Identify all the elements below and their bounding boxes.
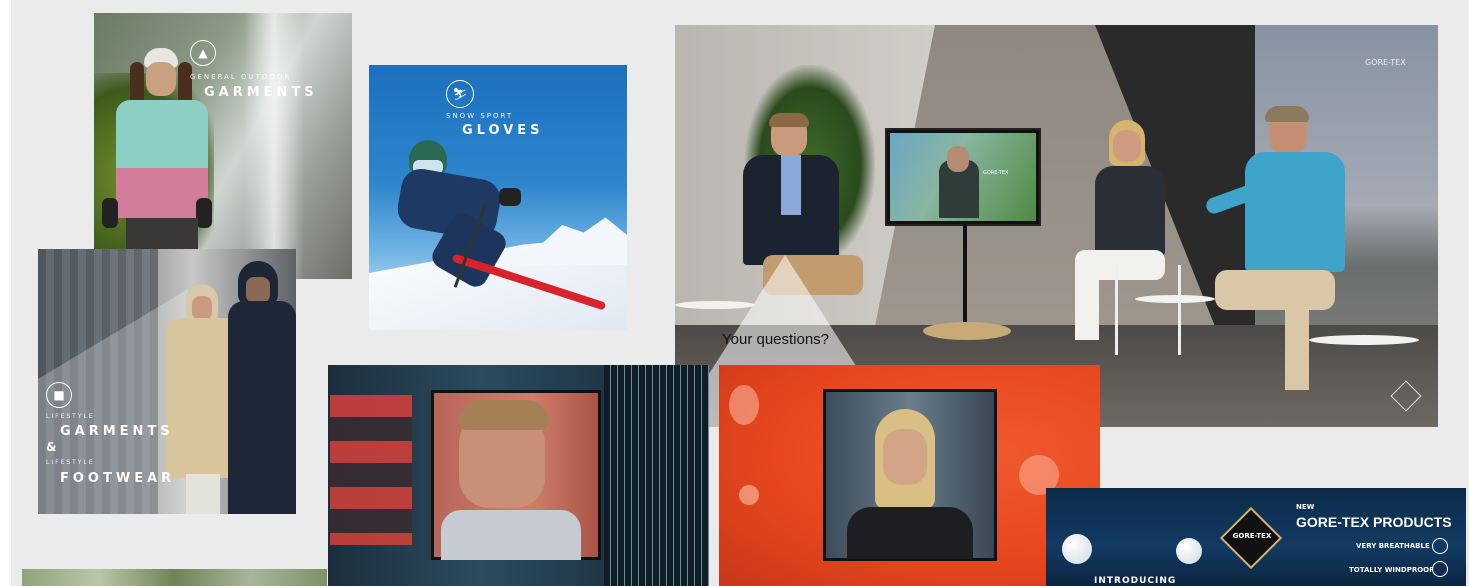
outdoor-category: GENERAL OUTDOOR xyxy=(190,73,292,81)
hiker-woman xyxy=(102,48,212,279)
breathable-icon xyxy=(1432,538,1448,554)
lifestyle-category-2: LIFESTYLE xyxy=(46,459,95,466)
tv-stand-base xyxy=(923,322,1011,340)
snow-title: GLOVES xyxy=(462,123,544,138)
snow-sport-gloves-tile[interactable]: ⛷ SNOW SPORT GLOVES xyxy=(369,65,627,330)
video-frame-woman xyxy=(823,389,997,561)
tv-brand-logo: GORE-TEX xyxy=(983,170,1009,176)
tv-stand xyxy=(963,222,967,322)
trees-tile[interactable] xyxy=(22,569,327,586)
video-frame xyxy=(431,390,601,560)
outdoor-title: GARMENTS xyxy=(204,85,318,100)
tv-monitor: GORE-TEX xyxy=(885,128,1041,226)
interview-woman-tile[interactable] xyxy=(719,365,1100,586)
introducing-label: INTRODUCING xyxy=(1094,576,1177,586)
outdoor-icon: ▲ xyxy=(190,40,216,66)
lifestyle-tile[interactable]: ■ LIFESTYLE GARMENTS & LIFESTYLE FOOTWEA… xyxy=(38,249,296,514)
side-table-right xyxy=(1135,295,1215,303)
gore-tex-products-tile[interactable]: GORE-TEX NEW GORE-TEX PRODUCTS VERY BREA… xyxy=(1046,488,1466,586)
lifestyle-icon: ■ xyxy=(46,382,72,408)
product-ball-2 xyxy=(1176,538,1202,564)
outdoor-garments-tile[interactable]: ▲ GENERAL OUTDOOR GARMENTS xyxy=(94,13,352,279)
chair-white xyxy=(1115,265,1181,355)
ski-icon: ⛷ xyxy=(446,80,474,108)
windproof-icon xyxy=(1432,561,1448,577)
gore-tex-badge-label: GORE-TEX xyxy=(1232,532,1272,540)
side-table-far-right xyxy=(1309,335,1419,345)
side-table-left xyxy=(675,301,755,309)
products-title: GORE-TEX PRODUCTS xyxy=(1296,514,1452,530)
interview-man-tile[interactable] xyxy=(328,365,709,586)
water-droplets xyxy=(729,385,759,425)
lifestyle-title-1: GARMENTS xyxy=(60,424,174,439)
skyscraper-lights xyxy=(604,365,709,586)
skier xyxy=(389,140,607,311)
snow-category: SNOW SPORT xyxy=(446,112,514,120)
waterfall xyxy=(244,13,304,279)
lifestyle-ampersand: & xyxy=(46,440,57,454)
feature-windproof: TOTALLY WINDPROOF xyxy=(1349,566,1434,574)
left-border xyxy=(0,0,11,586)
feature-breathable: VERY BREATHABLE xyxy=(1356,542,1430,550)
guest-man xyxy=(1204,106,1355,390)
neon-sign xyxy=(330,395,412,545)
man-navy xyxy=(228,261,296,514)
droplet-3 xyxy=(739,485,759,505)
product-ball-1 xyxy=(1062,534,1092,564)
brand-watermark: GORE-TEX xyxy=(1365,58,1406,67)
lifestyle-category-1: LIFESTYLE xyxy=(46,413,95,420)
lifestyle-title-2: FOOTWEAR xyxy=(60,471,176,486)
new-label: NEW xyxy=(1296,503,1315,511)
question-text: Your questions? xyxy=(722,331,830,348)
